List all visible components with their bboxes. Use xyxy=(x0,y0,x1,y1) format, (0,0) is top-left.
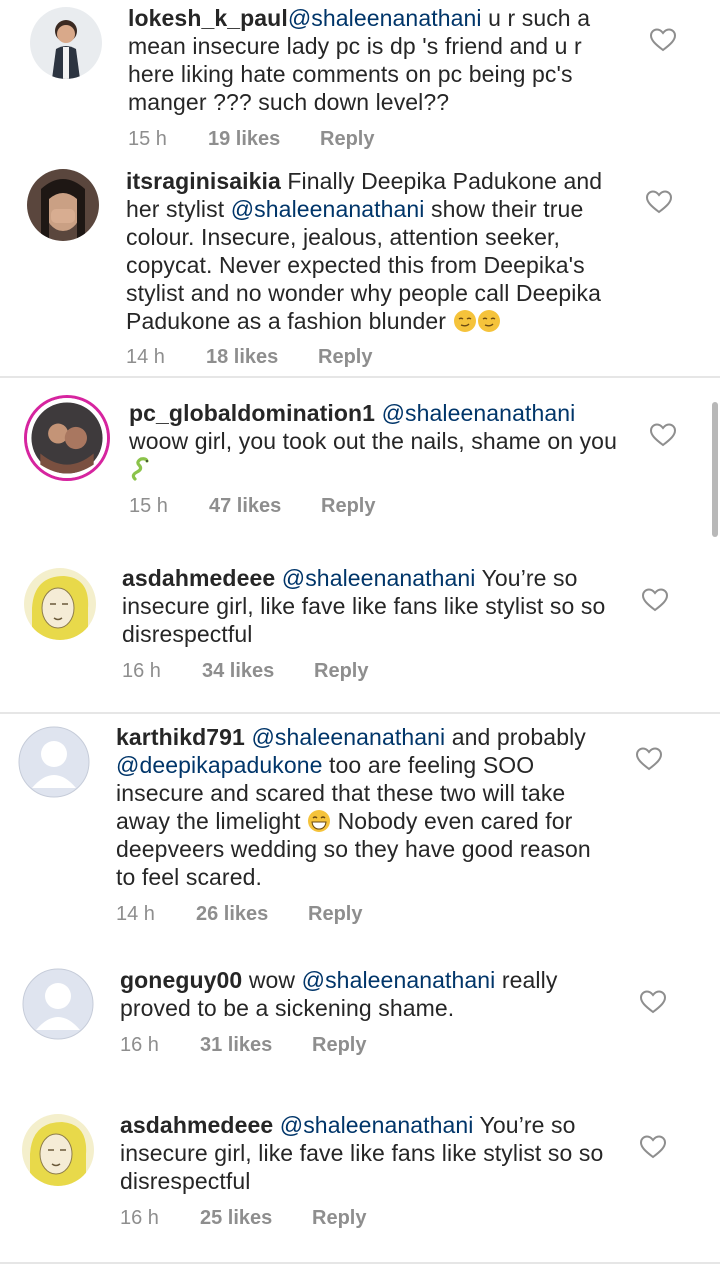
likes-count[interactable]: 19 likes xyxy=(208,128,320,151)
comment-text: pc_globaldomination1 @shaleenanathani wo… xyxy=(129,399,629,483)
divider xyxy=(0,376,720,378)
comment-text: asdahmedeee @shaleenanathani You’re so i… xyxy=(120,1112,604,1194)
comment-time: 16 h xyxy=(120,1034,159,1056)
username[interactable]: goneguy00 xyxy=(120,967,242,993)
comment-meta: 14 h 18 likes Reply xyxy=(126,346,372,369)
comment-meta: 16 h 25 likes Reply xyxy=(120,1207,366,1230)
reply-button[interactable]: Reply xyxy=(320,128,374,151)
heart-icon[interactable] xyxy=(650,28,676,52)
comment-meta: 16 h 31 likes Reply xyxy=(120,1034,366,1057)
divider xyxy=(0,712,720,714)
likes-count[interactable]: 34 likes xyxy=(202,660,314,683)
grin-emoji xyxy=(307,809,331,833)
mention-link[interactable]: @shaleenanathani xyxy=(302,967,496,993)
mention-link[interactable]: @deepikapadukone xyxy=(116,752,323,778)
mention-link[interactable]: @shaleenanathani xyxy=(231,196,425,222)
likes-count[interactable]: 47 likes xyxy=(209,495,321,518)
username[interactable]: itsraginisaikia xyxy=(126,168,281,194)
comment-time: 16 h xyxy=(122,660,161,682)
heart-icon[interactable] xyxy=(640,990,666,1014)
mention-link[interactable]: @shaleenanathani xyxy=(280,1112,474,1138)
reply-button[interactable]: Reply xyxy=(314,660,368,683)
username[interactable]: asdahmedeee xyxy=(120,1112,273,1138)
comment-meta: 16 h 34 likes Reply xyxy=(122,660,368,683)
scrollbar[interactable] xyxy=(712,402,718,537)
username[interactable]: pc_globaldomination1 xyxy=(129,400,375,426)
avatar[interactable] xyxy=(22,1114,94,1186)
comment-text: karthikd791 @shaleenanathani and probabl… xyxy=(116,724,591,890)
heart-icon[interactable] xyxy=(640,1135,666,1159)
heart-icon[interactable] xyxy=(636,747,662,771)
mention-link[interactable]: @shaleenanathani xyxy=(288,5,482,31)
avatar[interactable] xyxy=(30,7,102,79)
likes-count[interactable]: 31 likes xyxy=(200,1034,312,1057)
reply-button[interactable]: Reply xyxy=(321,495,375,518)
reply-button[interactable]: Reply xyxy=(308,903,362,926)
comment-meta: 15 h 47 likes Reply xyxy=(129,495,375,518)
username[interactable]: karthikd791 xyxy=(116,724,245,750)
mention-link[interactable]: @shaleenanathani xyxy=(282,565,476,591)
username[interactable]: asdahmedeee xyxy=(122,565,275,591)
avatar[interactable] xyxy=(22,968,94,1040)
heart-icon[interactable] xyxy=(642,588,668,612)
smirk-emoji xyxy=(477,309,501,333)
avatar[interactable] xyxy=(24,395,110,481)
comment-time: 14 h xyxy=(126,346,165,368)
comment-text: lokesh_k_paul@shaleenanathani u r such a… xyxy=(128,5,591,115)
avatar[interactable] xyxy=(18,726,90,798)
comment-time: 16 h xyxy=(120,1207,159,1229)
likes-count[interactable]: 26 likes xyxy=(196,903,308,926)
comment-time: 15 h xyxy=(128,128,167,150)
username[interactable]: lokesh_k_paul xyxy=(128,5,288,31)
likes-count[interactable]: 25 likes xyxy=(200,1207,312,1230)
mention-link[interactable]: @shaleenanathani xyxy=(251,724,445,750)
reply-button[interactable]: Reply xyxy=(312,1207,366,1230)
comment-time: 14 h xyxy=(116,903,155,925)
likes-count[interactable]: 18 likes xyxy=(206,346,318,369)
reply-button[interactable]: Reply xyxy=(318,346,372,369)
comment-text: goneguy00 wow @shaleenanathani really pr… xyxy=(120,967,558,1021)
divider xyxy=(0,1262,720,1264)
mention-link[interactable]: @shaleenanathani xyxy=(382,400,576,426)
snake-emoji xyxy=(129,457,153,481)
heart-icon[interactable] xyxy=(646,190,672,214)
heart-icon[interactable] xyxy=(650,423,676,447)
comment-meta: 15 h 19 likes Reply xyxy=(128,128,374,151)
comment-time: 15 h xyxy=(129,495,168,517)
comment-meta: 14 h 26 likes Reply xyxy=(116,903,362,926)
reply-button[interactable]: Reply xyxy=(312,1034,366,1057)
avatar[interactable] xyxy=(24,568,96,640)
smirk-emoji xyxy=(453,309,477,333)
comment-text: asdahmedeee @shaleenanathani You’re so i… xyxy=(122,565,606,647)
avatar[interactable] xyxy=(27,169,99,241)
comment-text: itsraginisaikia Finally Deepika Padukone… xyxy=(126,168,603,334)
